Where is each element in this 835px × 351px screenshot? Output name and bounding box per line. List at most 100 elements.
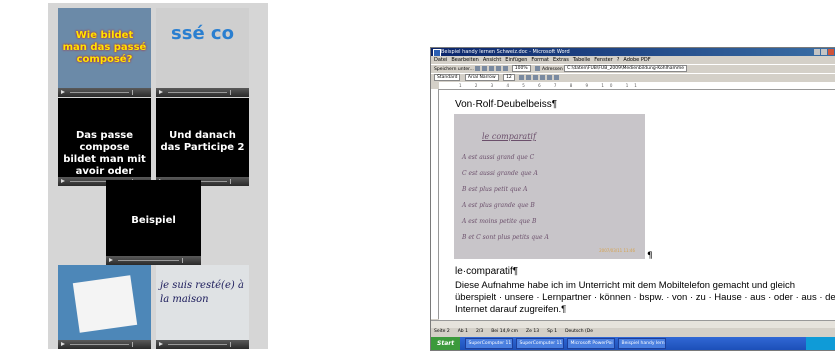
video-tile-participe[interactable]: Und danach das Participe 2: [156, 98, 249, 186]
body-line: überspielt · unsere · Lernpartner · könn…: [455, 292, 835, 303]
status-field: Ab 1: [457, 329, 468, 334]
menu-item[interactable]: ?: [617, 57, 620, 63]
player-controls[interactable]: [106, 256, 201, 265]
standard-toolbar: Speichern unter... 100% Adressen C:\date…: [431, 64, 835, 73]
paragraph-mark: ¶: [647, 251, 653, 261]
photo-title-line: le comparatif: [482, 132, 536, 141]
bold-icon[interactable]: [519, 75, 525, 80]
align-left-icon[interactable]: [540, 75, 546, 80]
font-size-select[interactable]: 12: [503, 74, 515, 81]
menu-item[interactable]: Datei: [434, 57, 447, 63]
print-icon[interactable]: [496, 66, 502, 71]
body-line: Diese Aufnahme habe ich im Unterricht mi…: [455, 280, 796, 291]
seek-bar[interactable]: [168, 92, 227, 93]
save-icon[interactable]: [489, 66, 495, 71]
volume-icon[interactable]: [182, 258, 197, 263]
author-line: Von·Rolf·Deubelbeiss¶: [455, 99, 558, 110]
zoom-select[interactable]: 100%: [511, 65, 531, 72]
whiteboard-photo[interactable]: 2007/03/11 11:46 le comparatif A est auss…: [454, 114, 645, 259]
video-tile-graffiti[interactable]: ssé co: [156, 8, 249, 97]
video-tile-title[interactable]: Wie bildet man das passé composé?: [58, 8, 151, 97]
seek-bar[interactable]: [168, 344, 227, 345]
video-tile-rule[interactable]: Das passe compose bildet man mit avoir o…: [58, 98, 151, 186]
play-icon[interactable]: [159, 90, 163, 94]
style-select[interactable]: Standard: [434, 74, 461, 81]
address-button[interactable]: Adressen: [542, 67, 563, 72]
status-bar: Seite 2 Ab 1 2/3 Bei 14,9 cm Ze 13 Sp 1 Deutsc…: [431, 328, 835, 336]
horizontal-scrollbar[interactable]: [431, 320, 835, 328]
underline-icon[interactable]: [533, 75, 539, 80]
player-controls[interactable]: [156, 88, 249, 97]
menu-item[interactable]: Format: [531, 57, 549, 63]
address-book-icon[interactable]: [535, 66, 541, 71]
taskbar-item[interactable]: Beispiel handy lern: [617, 338, 666, 349]
video-tile-notebook[interactable]: [58, 265, 151, 349]
tile-caption: Und danach das Participe 2: [160, 130, 245, 153]
photo-example-line: A est moins petite que B: [462, 218, 537, 225]
taskbar-item[interactable]: SuperComputer 11: [464, 338, 513, 349]
minimize-icon[interactable]: [814, 49, 820, 55]
tile-caption: Beispiel: [131, 215, 176, 226]
vertical-ruler[interactable]: [431, 89, 439, 319]
seek-bar[interactable]: [118, 260, 179, 261]
menu-item[interactable]: Extras: [553, 57, 569, 63]
word-icon: [433, 49, 441, 56]
photo-example-line: A est plus grande que B: [462, 202, 535, 209]
volume-icon[interactable]: [230, 90, 245, 95]
save-as-button[interactable]: Speichern unter...: [434, 67, 474, 72]
menu-item[interactable]: Bearbeiten: [451, 57, 478, 63]
player-controls[interactable]: [58, 88, 151, 97]
start-button[interactable]: Start: [431, 337, 461, 350]
body-line: Internet darauf zugreifen.¶: [455, 304, 567, 315]
heading-comparatif: le·comparatif¶: [455, 266, 519, 277]
document-page[interactable]: Von·Rolf·Deubelbeiss¶ 2007/03/11 11:46 l…: [439, 90, 835, 320]
menu-item[interactable]: Einfügen: [505, 57, 527, 63]
new-icon[interactable]: [475, 66, 481, 71]
close-icon[interactable]: [828, 49, 834, 55]
status-field: Ze 13: [526, 329, 540, 334]
play-icon[interactable]: [61, 90, 65, 94]
path-field[interactable]: C:\daten\FUB\FUB_2009\Medienbildung-Kohl…: [564, 65, 688, 72]
bullets-icon[interactable]: [554, 75, 560, 80]
volume-icon[interactable]: [132, 342, 147, 347]
system-tray[interactable]: [806, 337, 835, 350]
volume-icon[interactable]: [230, 342, 245, 347]
menu-bar: Datei Bearbeiten Ansicht Einfügen Format Extr…: [431, 56, 835, 64]
play-icon[interactable]: [61, 179, 65, 183]
play-icon[interactable]: [109, 258, 113, 262]
font-select[interactable]: Arial Narrow: [464, 74, 499, 81]
status-field: Bei 14,9 cm: [491, 329, 519, 334]
status-field: Sp 1: [547, 329, 558, 334]
player-controls[interactable]: [156, 340, 249, 349]
open-icon[interactable]: [482, 66, 488, 71]
window-title: Beispiel handy lernen Schweiz.doc - Micr…: [441, 49, 570, 55]
menu-item[interactable]: Tabelle: [573, 57, 590, 63]
taskbar-item[interactable]: Microsoft PowerPoi: [566, 338, 615, 349]
tile-caption: je suis resté(e) à la maison: [160, 280, 244, 305]
italic-icon[interactable]: [526, 75, 532, 80]
photo-example-line: B est plus petit que A: [462, 186, 528, 193]
align-center-icon[interactable]: [547, 75, 553, 80]
title-bar[interactable]: Beispiel handy lernen Schweiz.doc - Micr…: [431, 48, 835, 56]
menu-item[interactable]: Ansicht: [483, 57, 501, 63]
maximize-icon[interactable]: [821, 49, 827, 55]
play-icon[interactable]: [159, 342, 163, 346]
volume-icon[interactable]: [132, 90, 147, 95]
player-controls[interactable]: [58, 340, 151, 349]
taskbar-item[interactable]: SuperComputer 11: [515, 338, 564, 349]
horizontal-ruler[interactable]: 1 2 3 4 5 6 7 8 9 10 11: [439, 82, 835, 90]
video-tile-beispiel[interactable]: Beispiel: [106, 180, 201, 265]
status-field: Deutsch (De: [565, 329, 594, 334]
play-icon[interactable]: [61, 342, 65, 346]
seek-bar[interactable]: [70, 344, 129, 345]
seek-bar[interactable]: [70, 92, 129, 93]
tile-caption: ssé co: [171, 23, 234, 44]
body-text: Diese Aufnahme habe ich im Unterricht mi…: [455, 280, 835, 316]
status-field: Seite 2: [434, 329, 450, 334]
volume-icon[interactable]: [230, 179, 245, 184]
undo-icon[interactable]: [503, 66, 509, 71]
menu-item[interactable]: Adobe PDF: [623, 57, 650, 63]
menu-item[interactable]: Fenster: [594, 57, 613, 63]
video-tile-handwriting[interactable]: je suis resté(e) à la maison: [156, 265, 249, 349]
notebook-image: [72, 275, 138, 333]
